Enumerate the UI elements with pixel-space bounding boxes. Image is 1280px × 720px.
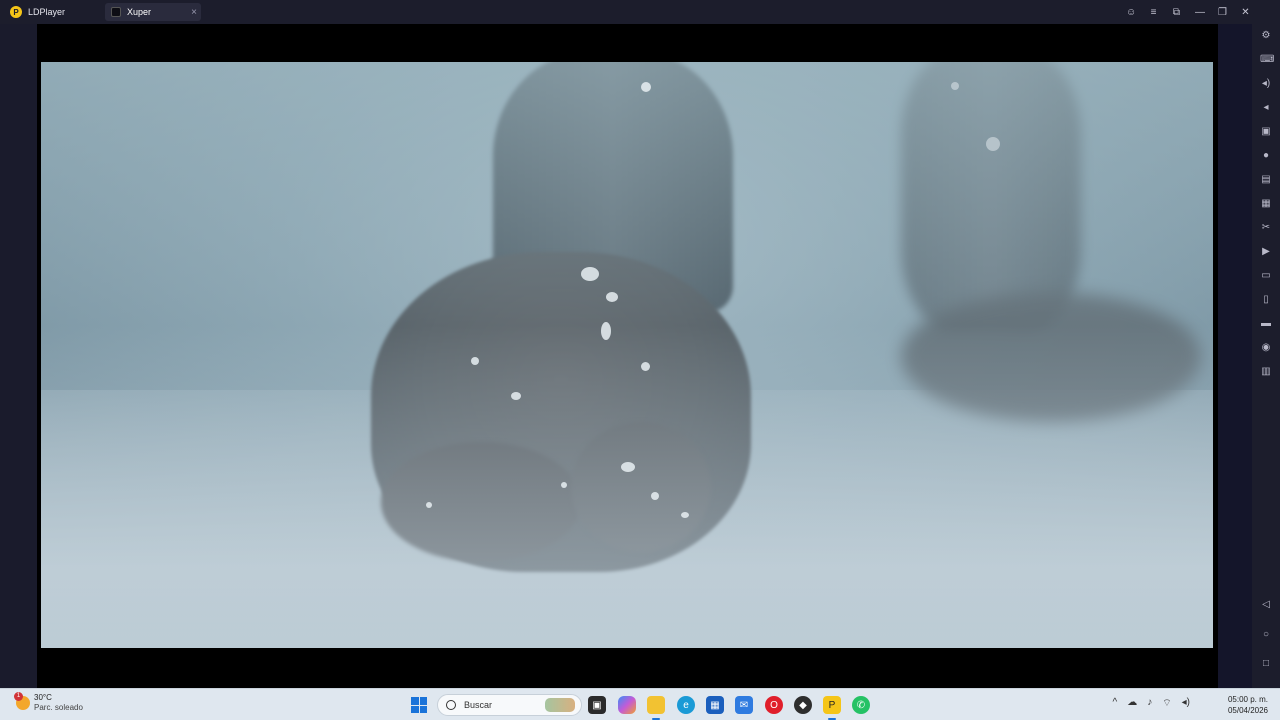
close-button[interactable]: ✕ bbox=[1241, 7, 1250, 18]
clock[interactable]: 05:00 p. m. 05/04/2026 bbox=[1228, 694, 1268, 716]
menu-icon[interactable]: ≡ bbox=[1149, 7, 1158, 18]
search-placeholder: Buscar bbox=[464, 700, 493, 710]
snow-speck bbox=[986, 137, 1000, 151]
clock-date: 05/04/2026 bbox=[1227, 706, 1268, 715]
snow-speck bbox=[606, 292, 618, 302]
location-icon[interactable]: ◉ bbox=[1260, 342, 1272, 354]
record-icon[interactable]: ● bbox=[1260, 150, 1272, 162]
copilot-icon[interactable] bbox=[618, 696, 636, 714]
snow-speck bbox=[561, 482, 567, 488]
video-icon[interactable]: ▶ bbox=[1260, 246, 1272, 258]
search-icon bbox=[446, 700, 456, 710]
snow-speck bbox=[641, 362, 650, 371]
snow-speck bbox=[426, 502, 432, 508]
notification-badge: 1 bbox=[14, 692, 23, 701]
phone-icon[interactable]: ▯ bbox=[1260, 294, 1272, 306]
snow-speck bbox=[601, 322, 611, 340]
weather-temp: 30°C bbox=[34, 693, 52, 702]
snow-speck bbox=[511, 392, 521, 400]
minimize-button[interactable]: — bbox=[1195, 7, 1205, 18]
wifi-icon[interactable]: ⌔ bbox=[1162, 697, 1171, 710]
tab-label: Xuper bbox=[127, 7, 152, 17]
folder-icon[interactable]: ▬ bbox=[1260, 318, 1272, 330]
weather-desc: Parc. soleado bbox=[34, 703, 83, 712]
emulator-sidebar: ⚙ ⌨ ◂) ◂ ▣ ● ▤ ▦ ✂ ▶ ▭ ▯ ▬ ◉ ▥ ◁ ○ □ bbox=[1252, 24, 1280, 688]
snow-speck bbox=[471, 357, 479, 365]
opera-icon[interactable]: O bbox=[765, 696, 783, 714]
snow-speck bbox=[951, 82, 959, 90]
window-controls: ☺ ≡ ⧉ — ❐ ✕ bbox=[1126, 0, 1250, 24]
volume-up-icon[interactable]: ◂) bbox=[1260, 78, 1272, 90]
multi-instance-icon[interactable]: ▥ bbox=[1260, 366, 1272, 378]
speaker-icon[interactable]: ◂) bbox=[1182, 697, 1190, 710]
microphone-icon[interactable]: ♪ bbox=[1147, 697, 1152, 710]
tab-xuper[interactable]: Xuper × bbox=[105, 3, 201, 21]
chevron-up-icon[interactable]: ^ bbox=[1113, 697, 1118, 710]
snow-speck bbox=[681, 512, 689, 518]
store-icon[interactable]: ▦ bbox=[706, 696, 724, 714]
xuper-app-icon bbox=[111, 7, 121, 17]
snow-speck bbox=[621, 462, 635, 472]
home-icon[interactable]: ○ bbox=[1260, 629, 1272, 641]
snow-speck bbox=[651, 492, 659, 500]
back-icon[interactable]: ◁ bbox=[1260, 599, 1272, 611]
weather-widget[interactable]: 1 30°C Parc. soleado bbox=[14, 692, 83, 713]
file-explorer-icon[interactable] bbox=[647, 696, 665, 714]
float-window-icon[interactable]: ⧉ bbox=[1172, 7, 1181, 18]
windows-taskbar: 1 30°C Parc. soleado Buscar ▣ e ▦ ✉ O ◆ … bbox=[0, 688, 1280, 720]
ldplayer-taskbar-icon[interactable]: P bbox=[823, 696, 841, 714]
robot-icon[interactable]: ▦ bbox=[1260, 198, 1272, 210]
whatsapp-icon[interactable]: ✆ bbox=[852, 696, 870, 714]
edge-icon[interactable]: e bbox=[677, 696, 695, 714]
outlook-icon[interactable]: ✉ bbox=[735, 696, 753, 714]
clock-time: 05:00 p. m. bbox=[1227, 695, 1268, 704]
title-bar: P LDPlayer Xuper × ☺ ≡ ⧉ — ❐ ✕ bbox=[0, 0, 1280, 24]
screenshot-icon[interactable]: ▣ bbox=[1260, 126, 1272, 138]
snow-speck bbox=[581, 267, 599, 281]
search-highlight-image bbox=[545, 698, 575, 712]
network-cloud-icon[interactable]: ☁ bbox=[1127, 697, 1137, 710]
video-frame[interactable] bbox=[41, 62, 1213, 648]
app-title: LDPlayer bbox=[28, 7, 66, 17]
tab-close-icon[interactable]: × bbox=[187, 7, 201, 18]
scissors-icon[interactable]: ✂ bbox=[1260, 222, 1272, 234]
start-button[interactable] bbox=[411, 697, 427, 713]
app-icon[interactable]: ◆ bbox=[794, 696, 812, 714]
task-view-icon[interactable]: ▣ bbox=[588, 696, 606, 714]
ldplayer-logo-icon: P bbox=[10, 6, 22, 18]
fog-overlay bbox=[41, 62, 1213, 648]
account-icon[interactable]: ☺ bbox=[1126, 7, 1136, 18]
system-tray: ^ ☁ ♪ ⌔ ◂) bbox=[1113, 697, 1190, 710]
gear-icon[interactable]: ⚙ bbox=[1260, 30, 1272, 42]
left-gutter bbox=[0, 24, 37, 688]
volume-down-icon[interactable]: ◂ bbox=[1260, 102, 1272, 114]
sync-icon[interactable]: ▤ bbox=[1260, 174, 1272, 186]
recents-icon[interactable]: □ bbox=[1260, 658, 1272, 670]
keyboard-icon[interactable]: ⌨ bbox=[1260, 54, 1274, 66]
search-box[interactable]: Buscar bbox=[437, 694, 582, 716]
maximize-button[interactable]: ❐ bbox=[1218, 7, 1227, 18]
emulator-screen[interactable] bbox=[37, 24, 1218, 688]
sun-icon: 1 bbox=[14, 692, 30, 710]
snow-speck bbox=[641, 82, 651, 92]
apk-icon[interactable]: ▭ bbox=[1260, 270, 1272, 282]
